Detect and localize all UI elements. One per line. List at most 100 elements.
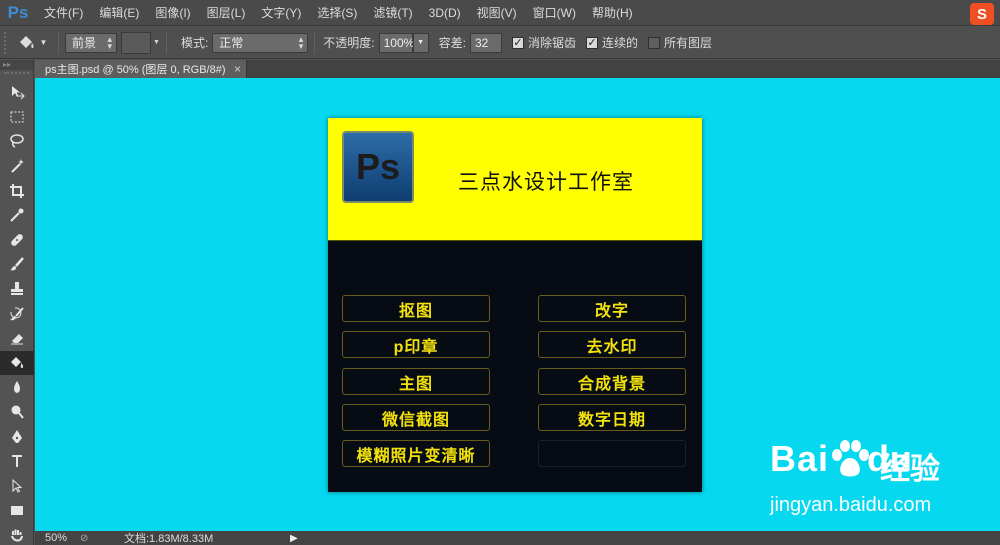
- status-info-icon[interactable]: ⊘: [80, 533, 94, 544]
- all-layers-checkbox[interactable]: [648, 36, 660, 49]
- lasso-tool[interactable]: [0, 129, 34, 154]
- hand-icon: [11, 529, 23, 542]
- hand-tool[interactable]: [0, 523, 34, 545]
- panel-grip[interactable]: [4, 72, 29, 78]
- brush-tool[interactable]: [0, 252, 34, 277]
- move-icon: [12, 86, 25, 100]
- paw-icon: [832, 440, 869, 477]
- watermark-cn: 经验: [880, 453, 940, 486]
- pattern-picker[interactable]: [121, 31, 151, 54]
- menu-help[interactable]: 帮助(H): [584, 0, 641, 26]
- document-tab-bar: ps主图.psd @ 50% (图层 0, RGB/8#) ×: [35, 60, 1000, 78]
- service-label: 去水印: [538, 331, 686, 358]
- path-selection-tool[interactable]: [0, 474, 34, 499]
- document-tab[interactable]: ps主图.psd @ 50% (图层 0, RGB/8#) ×: [35, 60, 247, 78]
- crop-icon: [10, 183, 24, 198]
- pen-tool[interactable]: [0, 424, 34, 449]
- tolerance-label: 容差:: [438, 36, 466, 50]
- chevron-down-icon: ▼: [417, 39, 425, 46]
- options-bar-grip[interactable]: [4, 31, 12, 54]
- canvas-area[interactable]: Ps 三点水设计工作室 抠图 改字 p印章 去水印 主图 合成背景 微信截图 数…: [35, 78, 1000, 531]
- marquee-tool[interactable]: [0, 105, 34, 130]
- photoshop-logo: Ps: [7, 2, 29, 22]
- quick-selection-tool[interactable]: [0, 154, 34, 179]
- type-icon: [12, 455, 22, 468]
- mode-label: 模式:: [180, 36, 209, 50]
- menu-edit[interactable]: 编辑(E): [91, 0, 147, 26]
- stepper-arrows-icon: ▴ ▾: [107, 33, 112, 51]
- service-label: p印章: [342, 331, 490, 358]
- menu-type[interactable]: 文字(Y): [253, 0, 309, 26]
- zoom-level[interactable]: 50%: [35, 532, 80, 544]
- water-drop-icon: [14, 381, 20, 394]
- service-label: 数字日期: [538, 404, 686, 431]
- photoshop-logo-graphic: Ps: [342, 131, 414, 203]
- contiguous-label: 连续的: [601, 36, 638, 50]
- lasso-icon: [10, 134, 24, 149]
- status-bar: 50% ⊘ 文档:1.83M/8.33M ▶: [35, 531, 1000, 545]
- mode-select[interactable]: 正常 ▴ ▾: [212, 32, 309, 53]
- eyedropper-icon: [10, 208, 24, 222]
- sogou-ime-icon[interactable]: S: [970, 3, 994, 25]
- studio-name: 三点水设计工作室: [458, 171, 634, 194]
- opacity-field[interactable]: 100%: [378, 32, 414, 53]
- healing-brush-tool[interactable]: [0, 228, 34, 253]
- history-brush-tool[interactable]: [0, 301, 34, 326]
- crop-tool[interactable]: [0, 178, 34, 203]
- document-tab-title: ps主图.psd @ 50% (图层 0, RGB/8#): [45, 64, 226, 76]
- document-info: 文档:1.83M/8.33M: [124, 533, 214, 545]
- menu-image[interactable]: 图像(I): [147, 0, 198, 26]
- tools-panel: ▸▸: [0, 60, 34, 545]
- menu-filter[interactable]: 滤镜(T): [365, 0, 420, 26]
- service-label: 模糊照片变清晰: [342, 440, 490, 467]
- menu-3d[interactable]: 3D(D): [421, 0, 469, 26]
- move-tool[interactable]: [0, 80, 34, 105]
- clone-stamp-tool[interactable]: [0, 277, 34, 302]
- mode-value: 正常: [219, 36, 244, 50]
- chevron-down-icon: ▼: [153, 39, 160, 46]
- watermark-brand-part1: Bai: [770, 438, 830, 479]
- rectangle-icon: [11, 506, 23, 516]
- magic-wand-icon: [11, 159, 24, 173]
- close-icon[interactable]: ×: [234, 62, 241, 76]
- history-brush-icon: [10, 306, 24, 320]
- baidu-jingyan-watermark: Bai du 经验 jingyan.baidu.com: [770, 438, 990, 528]
- watermark-url: jingyan.baidu.com: [770, 494, 932, 516]
- tool-preset-picker[interactable]: ▼: [12, 31, 52, 55]
- contiguous-checkbox[interactable]: ✓: [585, 36, 598, 49]
- bandage-icon: [11, 234, 23, 246]
- menu-layer[interactable]: 图层(L): [199, 0, 254, 26]
- paint-bucket-icon: [19, 35, 34, 48]
- status-menu-arrow-icon[interactable]: ▶: [290, 533, 298, 544]
- canvas-services-panel: 抠图 改字 p印章 去水印 主图 合成背景 微信截图 数字日期 模糊照片变清晰: [328, 241, 702, 492]
- fill-source-value: 前景: [72, 36, 97, 50]
- rectangle-tool[interactable]: [0, 498, 34, 523]
- document-canvas[interactable]: Ps 三点水设计工作室 抠图 改字 p印章 去水印 主图 合成背景 微信截图 数…: [328, 118, 702, 492]
- pen-icon: [12, 429, 22, 443]
- menu-select[interactable]: 选择(S): [309, 0, 365, 26]
- menu-file[interactable]: 文件(F): [36, 0, 91, 26]
- fill-source-select[interactable]: 前景 ▴ ▾: [65, 32, 117, 53]
- paint-bucket-tool[interactable]: [0, 350, 34, 376]
- dodge-tool[interactable]: [0, 400, 34, 425]
- eyedropper-tool[interactable]: [0, 203, 34, 228]
- menu-bar: Ps 文件(F) 编辑(E) 图像(I) 图层(L) 文字(Y) 选择(S) 滤…: [0, 0, 1000, 26]
- dodge-icon: [11, 405, 24, 419]
- type-tool[interactable]: [0, 449, 34, 474]
- all-layers-label: 所有图层: [664, 36, 713, 50]
- options-bar: ▼ 前景 ▴ ▾ ▼ 模式: 正常 ▴ ▾ 不透明度: 100% ▼ 容差: 32 …: [0, 27, 1000, 59]
- antialias-checkbox[interactable]: ✓: [511, 36, 524, 49]
- service-label-empty: [538, 440, 686, 467]
- separator: [165, 31, 167, 54]
- service-label: 微信截图: [342, 404, 490, 431]
- menu-view[interactable]: 视图(V): [469, 0, 525, 26]
- menu-window[interactable]: 窗口(W): [525, 0, 584, 26]
- separator: [314, 31, 316, 54]
- panel-collapse-icon[interactable]: ▸▸: [0, 60, 33, 70]
- antialias-label: 消除锯齿: [527, 36, 576, 50]
- eraser-tool[interactable]: [0, 326, 34, 351]
- tolerance-field[interactable]: 32: [469, 32, 502, 53]
- chevron-down-icon: ▼: [39, 38, 48, 47]
- opacity-slider-toggle[interactable]: ▼: [412, 32, 429, 53]
- blur-tool[interactable]: [0, 375, 34, 400]
